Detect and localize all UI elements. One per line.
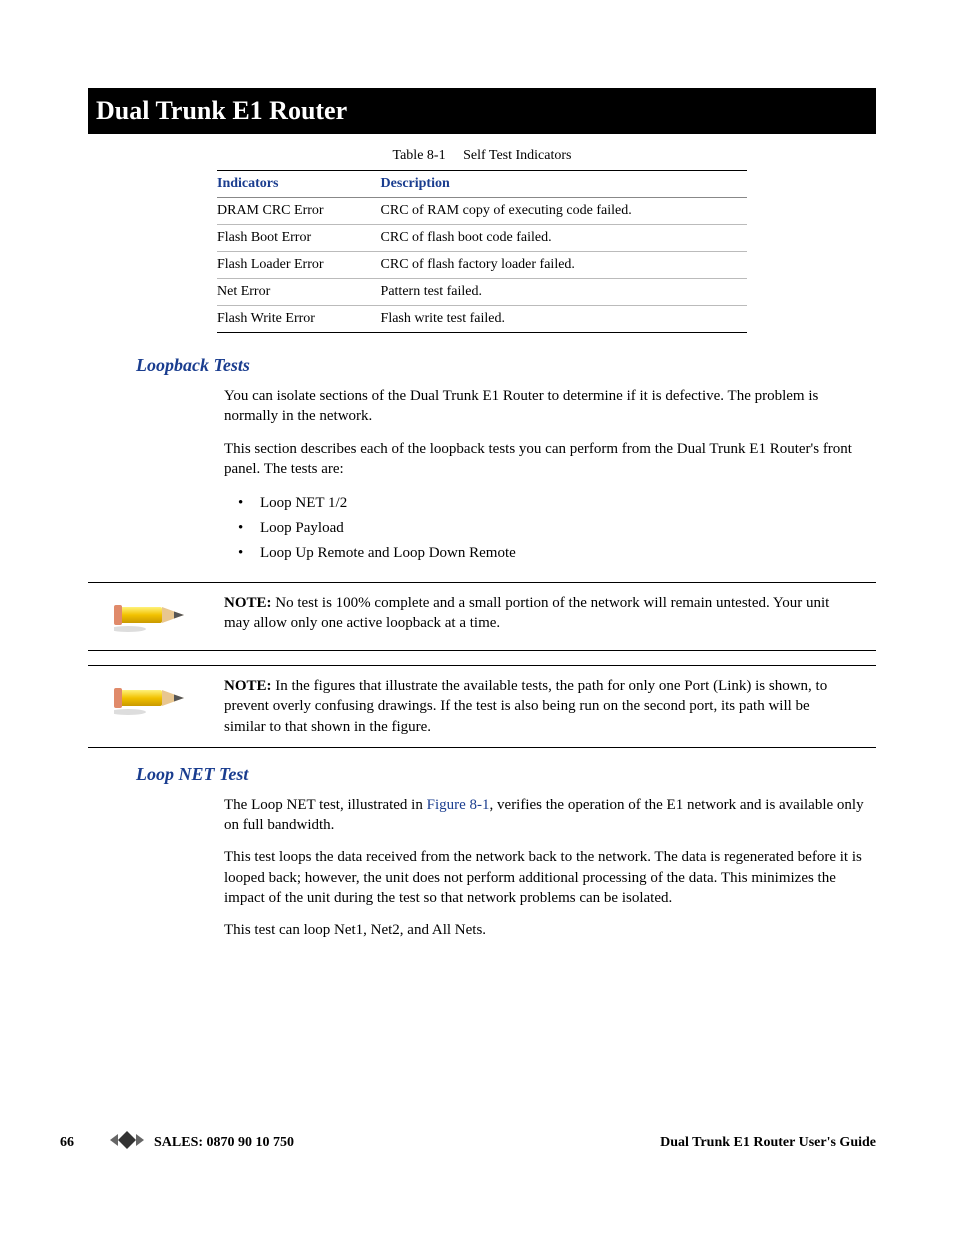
table-cell: Flash Loader Error (217, 252, 381, 279)
table-cell: Flash Write Error (217, 306, 381, 333)
table-cell: Flash Boot Error (217, 225, 381, 252)
section-heading-loopback: Loopback Tests (136, 355, 876, 376)
table-row: Flash Boot Error CRC of flash boot code … (217, 225, 747, 252)
section-heading-loopnet: Loop NET Test (136, 764, 876, 785)
figure-reference-link[interactable]: Figure 8-1 (427, 797, 490, 813)
table-row: DRAM CRC Error CRC of RAM copy of execut… (217, 198, 747, 225)
footer-guide-title: Dual Trunk E1 Router User's Guide (660, 1135, 876, 1151)
table-row: Flash Write Error Flash write test faile… (217, 306, 747, 333)
list-item: Loop Up Remote and Loop Down Remote (238, 541, 876, 566)
page-title-bar: Dual Trunk E1 Router (88, 88, 876, 134)
table-cell: DRAM CRC Error (217, 198, 381, 225)
note-label: NOTE: (224, 678, 272, 694)
table-cell: CRC of flash factory loader failed. (381, 252, 747, 279)
note-body: No test is 100% complete and a small por… (224, 595, 829, 631)
note-text: NOTE: No test is 100% complete and a sma… (206, 593, 876, 634)
table-cell: CRC of flash boot code failed. (381, 225, 747, 252)
logo-icon (110, 1128, 150, 1157)
paragraph: This test can loop Net1, Net2, and All N… (224, 920, 876, 940)
table-cell: Net Error (217, 279, 381, 306)
paragraph: The Loop NET test, illustrated in Figure… (224, 795, 876, 836)
pencil-icon (88, 593, 206, 640)
table-cell: CRC of RAM copy of executing code failed… (381, 198, 747, 225)
table-row: Net Error Pattern test failed. (217, 279, 747, 306)
note-text: NOTE: In the figures that illustrate the… (206, 676, 876, 737)
list-item: Loop NET 1/2 (238, 491, 876, 516)
table-row: Flash Loader Error CRC of flash factory … (217, 252, 747, 279)
pencil-icon (88, 676, 206, 723)
page-footer: 66 SALES: 0870 90 10 750 Dual Trunk E1 R… (0, 1128, 954, 1157)
note-block: NOTE: No test is 100% complete and a sma… (88, 582, 876, 651)
table-cell: Pattern test failed. (381, 279, 747, 306)
note-body: In the figures that illustrate the avail… (224, 678, 827, 735)
list-item: Loop Payload (238, 516, 876, 541)
footer-sales: SALES: 0870 90 10 750 (154, 1135, 294, 1151)
page-number: 66 (60, 1135, 110, 1151)
table-caption-number: Table 8-1 (393, 148, 446, 163)
table-header-description: Description (381, 171, 747, 198)
table-header-indicators: Indicators (217, 171, 381, 198)
note-label: NOTE: (224, 595, 272, 611)
note-block: NOTE: In the figures that illustrate the… (88, 665, 876, 748)
bullet-list: Loop NET 1/2 Loop Payload Loop Up Remote… (238, 491, 876, 566)
self-test-table: Indicators Description DRAM CRC Error CR… (217, 170, 747, 333)
paragraph: This test loops the data received from t… (224, 847, 876, 908)
table-caption-title: Self Test Indicators (463, 148, 571, 163)
paragraph: This section describes each of the loopb… (224, 439, 876, 480)
paragraph: You can isolate sections of the Dual Tru… (224, 386, 876, 427)
table-caption: Table 8-1 Self Test Indicators (88, 148, 876, 164)
table-cell: Flash write test failed. (381, 306, 747, 333)
text-run: The Loop NET test, illustrated in (224, 797, 427, 813)
